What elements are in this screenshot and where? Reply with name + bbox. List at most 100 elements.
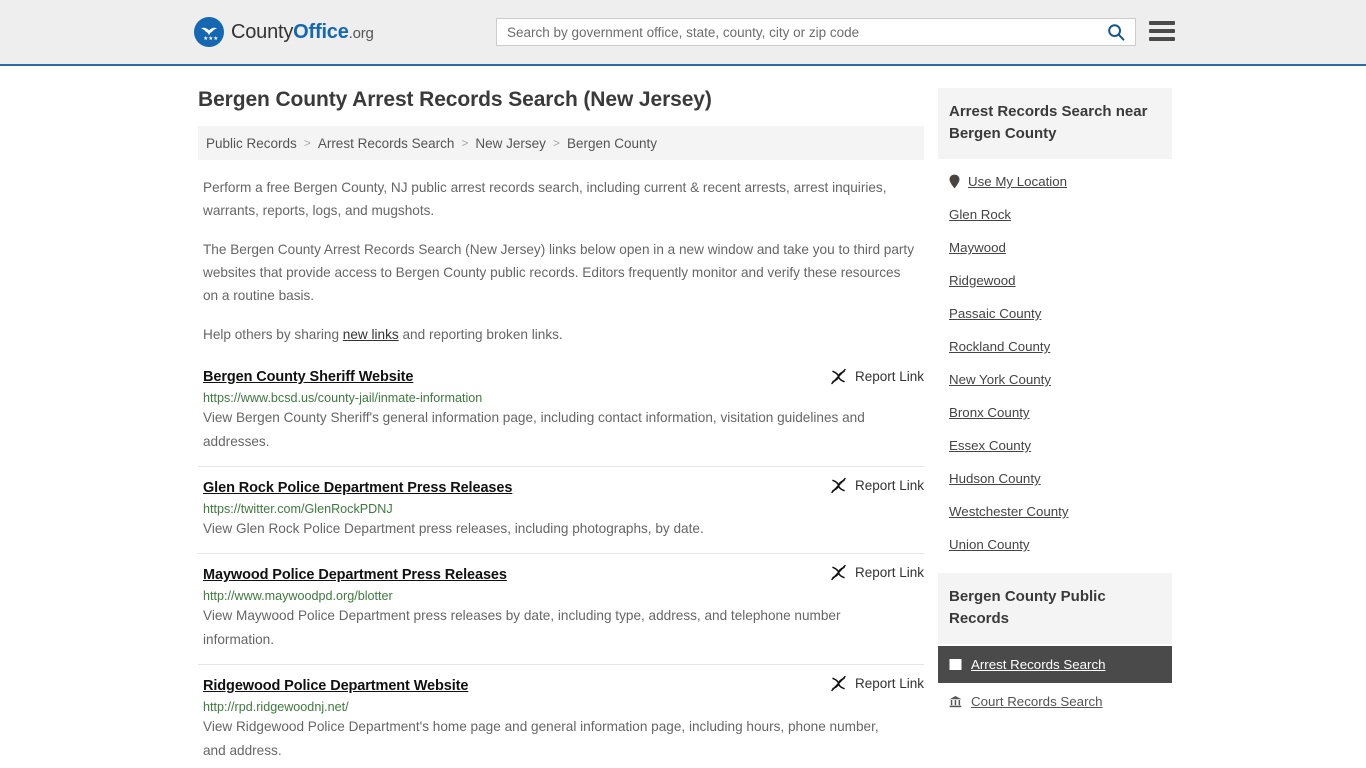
near-panel-list: Use My Location Glen Rock Maywood Ridgew… bbox=[938, 159, 1172, 561]
result-item: Maywood Police Department Press Releases… bbox=[198, 553, 924, 664]
search-icon bbox=[1107, 23, 1125, 41]
breadcrumb-item-bergen-county: Bergen County bbox=[566, 135, 657, 151]
breadcrumb-item-arrest-records-search[interactable]: Arrest Records Search bbox=[318, 136, 455, 151]
result-description: View Bergen County Sheriff's general inf… bbox=[203, 410, 865, 449]
map-pin-icon bbox=[949, 174, 960, 189]
result-url[interactable]: https://www.bcsd.us/county-jail/inmate-i… bbox=[203, 391, 924, 405]
intro-section: Perform a free Bergen County, NJ public … bbox=[198, 176, 924, 346]
result-item: Bergen County Sheriff Website Report Lin… bbox=[198, 364, 924, 466]
report-link-button[interactable]: Report Link bbox=[830, 477, 924, 494]
intro-paragraph-1: Perform a free Bergen County, NJ public … bbox=[203, 180, 887, 218]
sidebar-item-maywood[interactable]: Maywood bbox=[938, 231, 1172, 264]
public-records-panel: Bergen County Public Records Arrest Reco… bbox=[938, 573, 1172, 720]
logo-text-org: .org bbox=[348, 24, 374, 42]
breadcrumb-item-public-records[interactable]: Public Records bbox=[206, 136, 297, 151]
courthouse-icon bbox=[949, 695, 962, 708]
menu-bar-3 bbox=[1149, 37, 1175, 41]
sidebar-link-label[interactable]: Passaic County bbox=[949, 306, 1041, 321]
sidebar-item-westchester-county[interactable]: Westchester County bbox=[938, 495, 1172, 528]
search-input[interactable] bbox=[497, 19, 1103, 45]
report-link-label: Report Link bbox=[854, 676, 924, 691]
intro-paragraph-3: Help others by sharing new links and rep… bbox=[203, 323, 918, 346]
broken-link-icon bbox=[830, 564, 847, 581]
result-title-link[interactable]: Ridgewood Police Department Website bbox=[203, 678, 468, 694]
sidebar-item-glen-rock[interactable]: Glen Rock bbox=[938, 198, 1172, 231]
result-title-link[interactable]: Bergen County Sheriff Website bbox=[203, 369, 413, 385]
result-url[interactable]: http://rpd.ridgewoodnj.net/ bbox=[203, 700, 924, 714]
result-description: View Glen Rock Police Department press r… bbox=[203, 521, 704, 536]
breadcrumb-separator: > bbox=[461, 136, 469, 150]
result-item: Glen Rock Police Department Press Releas… bbox=[198, 466, 924, 553]
sidebar-link-label[interactable]: New York County bbox=[949, 372, 1051, 387]
logo-text-county: County bbox=[231, 20, 294, 43]
breadcrumb: Public Records > Arrest Records Search >… bbox=[198, 126, 924, 160]
sidebar-link-label[interactable]: Ridgewood bbox=[949, 273, 1016, 288]
sidebar-item-ridgewood[interactable]: Ridgewood bbox=[938, 264, 1172, 297]
sidebar-link-label[interactable]: Use My Location bbox=[968, 174, 1067, 189]
sidebar-link-label[interactable]: Arrest Records Search bbox=[971, 657, 1106, 672]
logo-text-office: Office bbox=[293, 20, 349, 43]
sidebar-item-rockland-county[interactable]: Rockland County bbox=[938, 330, 1172, 363]
result-title-link[interactable]: Glen Rock Police Department Press Releas… bbox=[203, 480, 512, 496]
svg-text:★★★: ★★★ bbox=[203, 35, 218, 42]
sidebar-item-new-york-county[interactable]: New York County bbox=[938, 363, 1172, 396]
result-item: Ridgewood Police Department Website Repo… bbox=[198, 664, 924, 768]
result-description: View Ridgewood Police Department's home … bbox=[203, 719, 879, 758]
search-bar[interactable] bbox=[496, 18, 1136, 46]
page-body: Bergen County Arrest Records Search (New… bbox=[0, 66, 1366, 768]
sidebar-link-label[interactable]: Rockland County bbox=[949, 339, 1050, 354]
breadcrumb-item-new-jersey[interactable]: New Jersey bbox=[475, 136, 546, 151]
menu-bar-2 bbox=[1149, 29, 1175, 33]
sidebar-link-label[interactable]: Union County bbox=[949, 537, 1030, 552]
logo-wordmark: CountyOffice.org bbox=[231, 21, 374, 44]
broken-link-icon bbox=[830, 368, 847, 385]
result-description: View Maywood Police Department press rel… bbox=[203, 608, 841, 647]
sidebar-link-label[interactable]: Glen Rock bbox=[949, 207, 1011, 222]
public-records-list: Arrest Records Search Court Records Sear… bbox=[938, 646, 1172, 720]
sidebar-link-label[interactable]: Maywood bbox=[949, 240, 1006, 255]
sidebar-link-label[interactable]: Bronx County bbox=[949, 405, 1030, 420]
sidebar-link-label[interactable]: Westchester County bbox=[949, 504, 1068, 519]
broken-link-icon bbox=[830, 675, 847, 692]
sidebar-link-label[interactable]: Essex County bbox=[949, 438, 1031, 453]
sidebar-item-union-county[interactable]: Union County bbox=[938, 528, 1172, 561]
broken-link-icon bbox=[830, 477, 847, 494]
result-title-link[interactable]: Maywood Police Department Press Releases bbox=[203, 567, 507, 583]
main-content: Bergen County Arrest Records Search (New… bbox=[198, 66, 924, 768]
near-panel-title: Arrest Records Search near Bergen County bbox=[938, 88, 1172, 159]
sidebar-link-label[interactable]: Hudson County bbox=[949, 471, 1041, 486]
result-url[interactable]: https://twitter.com/GlenRockPDNJ bbox=[203, 502, 924, 516]
report-link-label: Report Link bbox=[854, 478, 924, 493]
new-links-link[interactable]: new links bbox=[343, 327, 399, 342]
sidebar-item-hudson-county[interactable]: Hudson County bbox=[938, 462, 1172, 495]
public-records-panel-title: Bergen County Public Records bbox=[938, 573, 1172, 644]
report-link-button[interactable]: Report Link bbox=[830, 564, 924, 581]
intro-p3-pre: Help others by sharing bbox=[203, 327, 343, 342]
document-icon bbox=[949, 658, 962, 671]
search-button[interactable] bbox=[1103, 23, 1135, 41]
result-url[interactable]: http://www.maywoodpd.org/blotter bbox=[203, 589, 924, 603]
results-list: Bergen County Sheriff Website Report Lin… bbox=[198, 364, 924, 768]
report-link-label: Report Link bbox=[854, 369, 924, 384]
sidebar-item-court-records-search[interactable]: Court Records Search bbox=[938, 683, 1172, 720]
page-title: Bergen County Arrest Records Search (New… bbox=[198, 88, 712, 111]
breadcrumb-separator: > bbox=[303, 136, 311, 150]
site-logo[interactable]: ★★★ CountyOffice.org bbox=[194, 17, 374, 47]
intro-p3-post: and reporting broken links. bbox=[398, 327, 563, 342]
report-link-label: Report Link bbox=[854, 565, 924, 580]
sidebar-item-arrest-records-search[interactable]: Arrest Records Search bbox=[938, 646, 1172, 683]
sidebar-item-use-my-location[interactable]: Use My Location bbox=[938, 165, 1172, 198]
sidebar-item-essex-county[interactable]: Essex County bbox=[938, 429, 1172, 462]
sidebar-link-label[interactable]: Court Records Search bbox=[971, 694, 1103, 709]
hamburger-menu-icon[interactable] bbox=[1149, 18, 1177, 44]
sidebar: Arrest Records Search near Bergen County… bbox=[938, 66, 1172, 768]
report-link-button[interactable]: Report Link bbox=[830, 675, 924, 692]
report-link-button[interactable]: Report Link bbox=[830, 368, 924, 385]
eagle-seal-icon: ★★★ bbox=[194, 17, 224, 47]
sidebar-item-passaic-county[interactable]: Passaic County bbox=[938, 297, 1172, 330]
near-panel: Arrest Records Search near Bergen County… bbox=[938, 88, 1172, 561]
breadcrumb-separator: > bbox=[552, 136, 560, 150]
sidebar-item-bronx-county[interactable]: Bronx County bbox=[938, 396, 1172, 429]
site-header: ★★★ CountyOffice.org bbox=[0, 0, 1366, 66]
menu-bar-1 bbox=[1149, 21, 1175, 25]
